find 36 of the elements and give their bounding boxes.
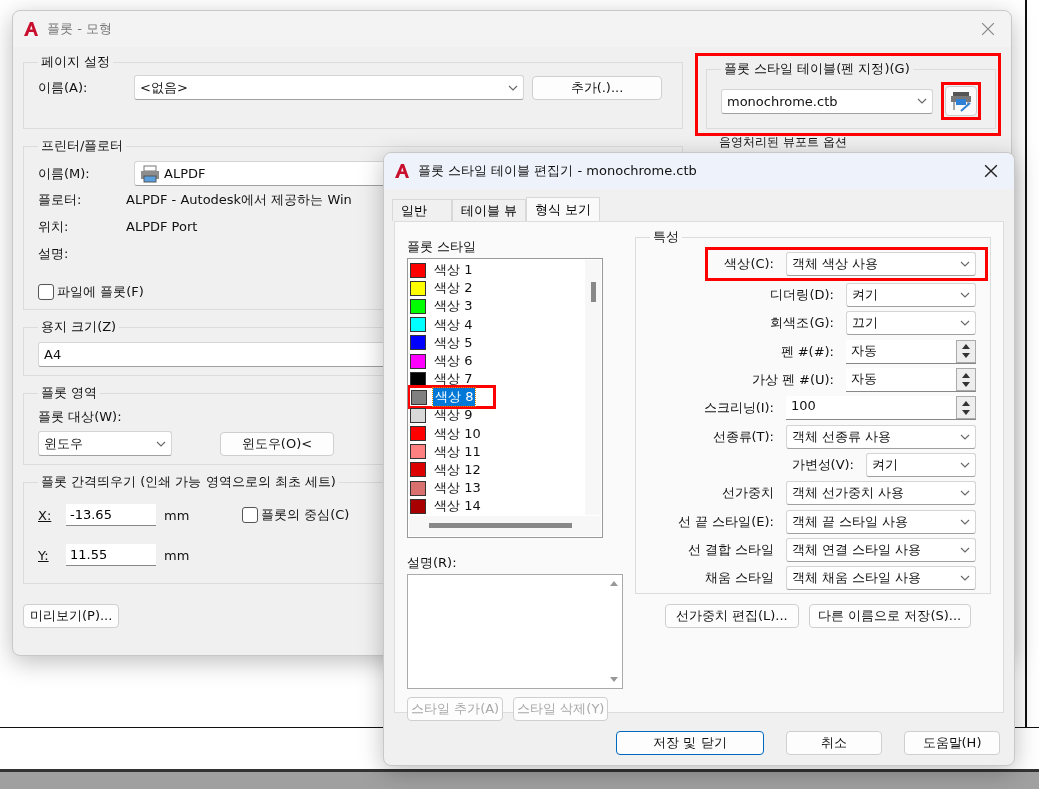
field-label: Y: [38, 547, 50, 563]
group-title: 플롯 간격띄우기 (인쇄 가능 영역으로의 최초 세트) [40, 473, 337, 491]
window-title: 플롯 스타일 테이블 편집기 - monochrome.ctb [418, 162, 698, 180]
group-title: 특성 [651, 228, 680, 246]
property-label: 선 결합 스타일 [687, 540, 774, 559]
info-value: ALPDF - Autodesk에서 제공하는 Win [126, 190, 352, 209]
list-label: 플롯 스타일 [407, 238, 478, 256]
group-title: 용지 크기(Z) [40, 318, 118, 336]
unit-label: mm [164, 547, 191, 563]
property-label: 가변성(V): [791, 455, 854, 474]
window-title: 플롯 - 모형 [47, 20, 113, 38]
property-label: 선 끝 스타일(E): [678, 512, 774, 531]
property-label: 디더링(D): [770, 286, 834, 305]
group-title: 프린터/플로터 [40, 137, 125, 155]
field-label: 설명(R): [407, 554, 458, 572]
field-label: 플롯 대상(W): [38, 408, 122, 426]
info-label: 위치: [38, 217, 70, 236]
property-label: 회색조(G): [770, 314, 834, 333]
property-label: 채움 스타일 [704, 569, 774, 588]
field-label: 이름(A): [38, 78, 89, 97]
info-value: ALPDF Port [126, 219, 198, 234]
unit-label: mm [164, 507, 191, 523]
info-label: 플로터: [38, 190, 83, 209]
group-title: 음영처리된 뷰포트 옵션 [719, 136, 847, 149]
property-label: 가상 펜 #(U): [751, 371, 834, 390]
group-title: 플롯 영역 [40, 384, 99, 402]
group-title: 페이지 설정 [40, 53, 112, 71]
property-label: 선가중치 [722, 484, 774, 503]
info-label: 설명: [38, 244, 70, 263]
property-label: 스크리닝(I): [703, 399, 774, 418]
property-label: 선종류(T): [712, 427, 774, 446]
field-label: 이름(M): [38, 164, 91, 183]
group-title: 플롯 스타일 테이블(펜 지정)(G) [723, 60, 911, 78]
field-label: X: [38, 507, 53, 523]
property-label: 색상(C): [724, 255, 774, 273]
property-label: 펜 #(#): [780, 342, 834, 361]
